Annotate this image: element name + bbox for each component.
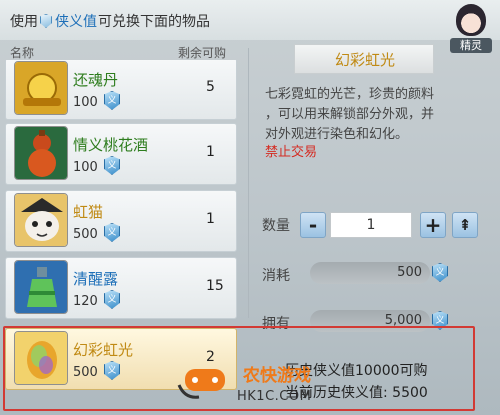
description-line: ，可以用来解锁部分外观，并 [265, 107, 435, 122]
item-name: 清醒露 [73, 270, 119, 288]
max-quantity-button[interactable]: ⇞ [452, 212, 478, 238]
trade-warning: 禁止交易 [265, 145, 318, 160]
list-item[interactable]: 清醒露 120 义 15 [5, 257, 237, 319]
hint-suffix: 可兑换下面的物品 [98, 14, 210, 30]
list-item[interactable]: 情义桃花酒 100 义 1 [5, 123, 237, 185]
watermark: 农快游戏 HK1C.COM [175, 355, 325, 415]
list-item[interactable]: 还魂丹 100 义 5 [5, 60, 237, 120]
column-name-header: 名称 [10, 46, 35, 60]
chivalry-coin-icon: 义 [104, 290, 120, 309]
watermark-text: 农快游戏 [243, 366, 311, 386]
chivalry-coin-icon: 义 [104, 156, 120, 175]
gamepad-hand-icon [177, 369, 225, 399]
item-remaining: 5 [206, 79, 215, 95]
cat-icon [14, 193, 68, 247]
chivalry-coin-icon: 义 [104, 223, 120, 242]
cost-value: 500 [397, 265, 422, 280]
cost-label: 消耗 [262, 268, 290, 284]
item-title: 幻彩虹光 [334, 51, 395, 69]
item-description: 七彩霓虹的光芒，珍贵的颜料 ，可以用来解锁部分外观，并 对外观进行染色和幻化。 [265, 85, 493, 145]
cost-field: 500 [310, 262, 430, 284]
potion-bottle-icon [14, 260, 68, 314]
item-name: 虹猫 [73, 203, 104, 221]
hint-currency: 侠义值 [55, 14, 97, 30]
item-remaining: 1 [206, 144, 215, 160]
chivalry-coin-icon [40, 14, 52, 28]
quantity-label: 数量 [262, 218, 290, 234]
item-price: 100 [73, 160, 98, 175]
item-price: 120 [73, 294, 98, 309]
wine-gourd-icon [14, 126, 68, 180]
item-price: 500 [73, 227, 98, 242]
item-remaining: 15 [206, 278, 224, 294]
chivalry-coin-icon: 义 [104, 91, 120, 110]
exchange-hint: 使用 侠义值 可兑换下面的物品 [10, 11, 210, 31]
watermark-url: HK1C.COM [237, 389, 312, 404]
chivalry-coin-icon: 义 [432, 263, 448, 282]
quantity-input[interactable]: 1 [330, 212, 412, 238]
elf-button[interactable]: 精灵 [446, 2, 496, 54]
hint-prefix: 使用 [10, 14, 38, 30]
column-remaining-header: 剩余可购 [178, 46, 227, 60]
increase-button[interactable]: + [420, 212, 446, 238]
decrease-button[interactable]: - [300, 212, 326, 238]
description-line: 七彩霓虹的光芒，珍贵的颜料 [265, 87, 435, 102]
item-name: 情义桃花酒 [73, 136, 149, 154]
golden-pill-icon [14, 61, 68, 115]
fairy-avatar-icon [456, 4, 486, 36]
item-title-banner: 幻彩虹光 [294, 44, 434, 74]
item-remaining: 1 [206, 211, 215, 227]
list-item[interactable]: 虹猫 500 义 1 [5, 190, 237, 252]
column-divider [248, 48, 249, 318]
elf-label: 精灵 [450, 38, 492, 53]
item-price: 100 [73, 95, 98, 110]
item-name: 还魂丹 [73, 71, 119, 89]
header-bar: 使用 侠义值 可兑换下面的物品 [0, 0, 500, 40]
